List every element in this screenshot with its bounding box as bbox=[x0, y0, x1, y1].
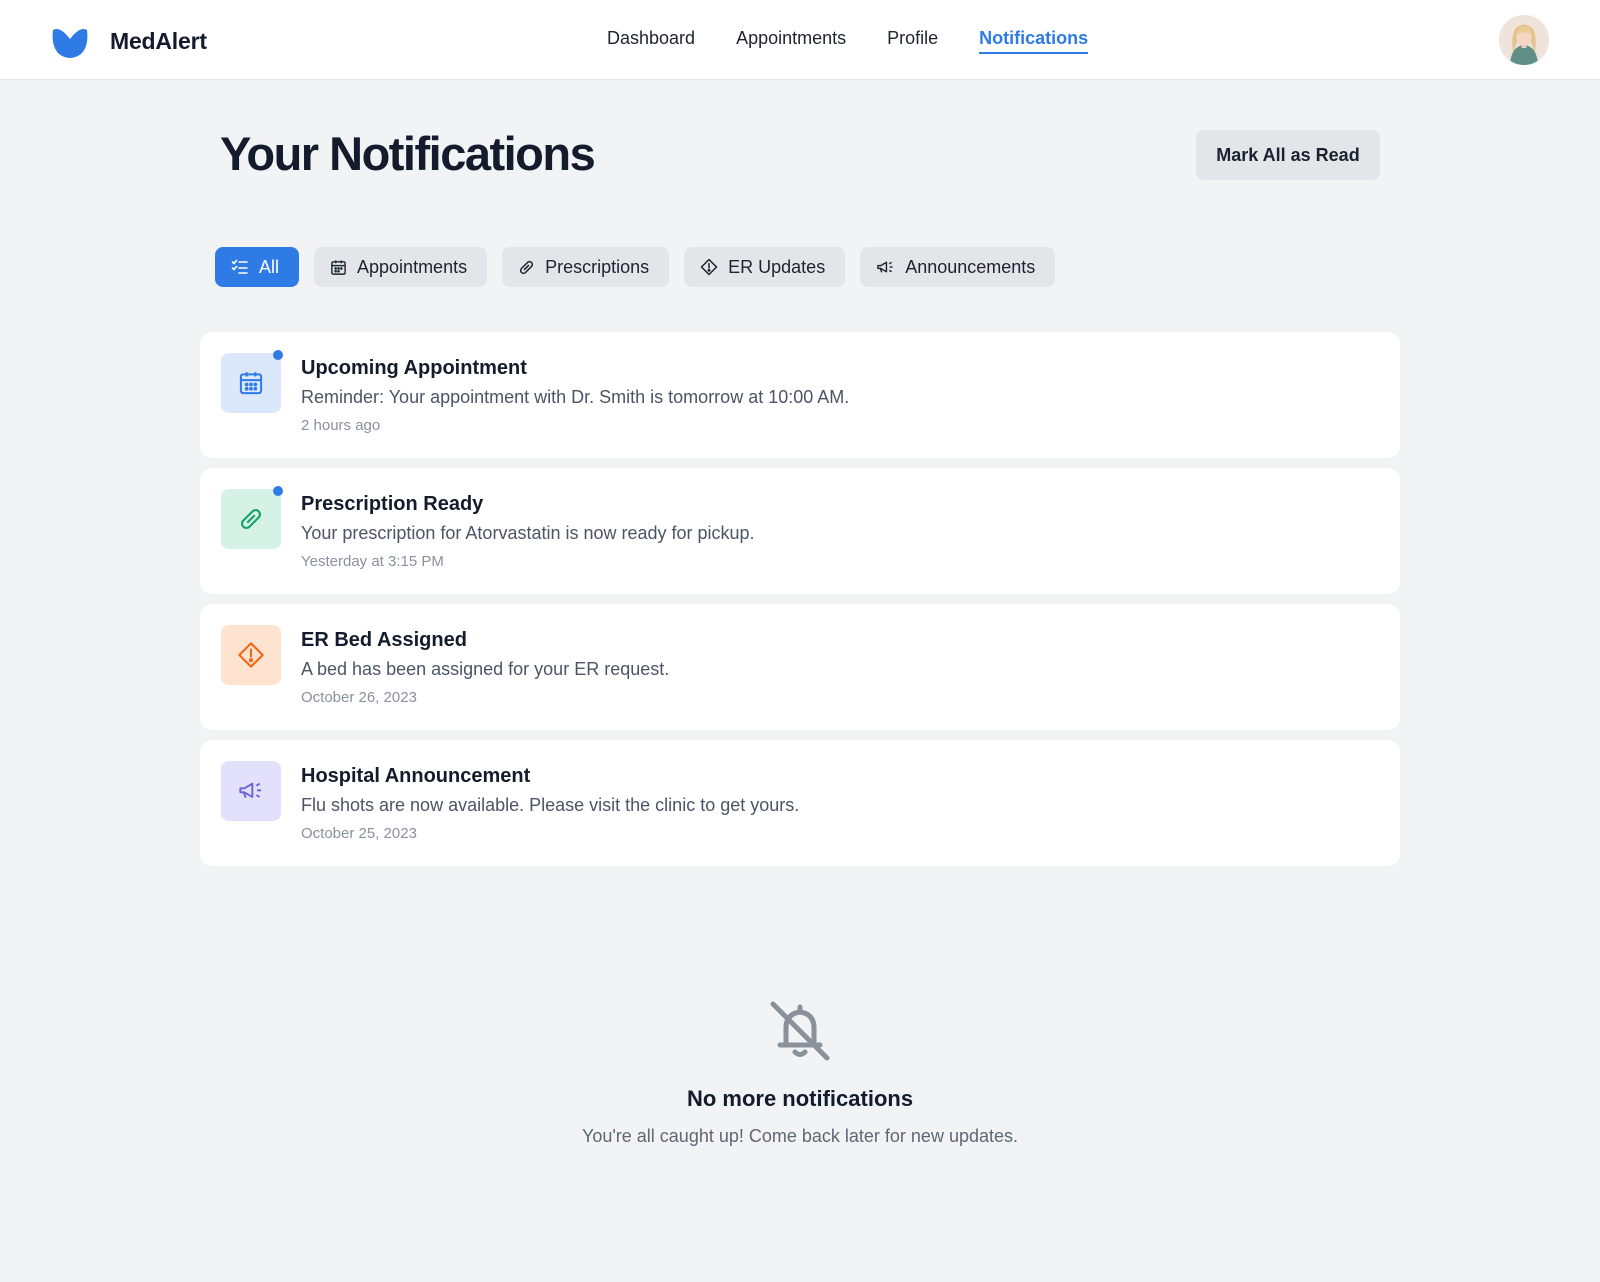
unread-indicator bbox=[273, 486, 283, 496]
medalert-logo-icon bbox=[52, 29, 88, 58]
notification-list: Upcoming Appointment Reminder: Your appo… bbox=[200, 332, 1400, 876]
brand-name: MedAlert bbox=[110, 27, 207, 54]
filter-chips: All Appointments Prescriptions ER Update… bbox=[215, 247, 1070, 287]
empty-state-title: No more notifications bbox=[686, 1086, 914, 1111]
nav-notifications[interactable]: Notifications bbox=[979, 28, 1089, 54]
alert-diamond-icon bbox=[238, 642, 264, 668]
notification-card[interactable]: Prescription Ready Your prescription for… bbox=[200, 468, 1400, 594]
megaphone-icon bbox=[877, 261, 893, 272]
notification-icon-tile bbox=[221, 353, 281, 413]
filter-appointments-label: Appointments bbox=[357, 256, 468, 277]
notification-time: October 25, 2023 bbox=[301, 825, 417, 842]
nav-appointments[interactable]: Appointments bbox=[736, 28, 846, 54]
filter-all[interactable]: All bbox=[215, 247, 300, 287]
notification-time: 2 hours ago bbox=[301, 417, 381, 434]
mark-all-read-button[interactable]: Mark All as Read bbox=[1196, 130, 1380, 180]
filter-appointments[interactable]: Appointments bbox=[314, 247, 488, 287]
notification-time: Yesterday at 3:15 PM bbox=[301, 553, 444, 570]
notification-body: Flu shots are now available. Please visi… bbox=[301, 795, 800, 815]
bell-off-icon bbox=[770, 1001, 830, 1061]
brand[interactable]: MedAlert bbox=[51, 22, 207, 60]
nav-profile[interactable]: Profile bbox=[887, 28, 938, 54]
calendar-icon bbox=[239, 372, 263, 395]
checklist-icon bbox=[231, 259, 248, 274]
notification-icon-tile bbox=[221, 489, 281, 549]
filter-er-updates[interactable]: ER Updates bbox=[684, 247, 846, 287]
alert-diamond-icon bbox=[700, 258, 718, 276]
notification-card[interactable]: Upcoming Appointment Reminder: Your appo… bbox=[200, 332, 1400, 458]
filter-announcements[interactable]: Announcements bbox=[860, 247, 1056, 287]
notification-body: A bed has been assigned for your ER requ… bbox=[301, 659, 670, 679]
filter-prescriptions-label: Prescriptions bbox=[545, 256, 650, 277]
megaphone-icon bbox=[239, 782, 261, 798]
unread-indicator bbox=[273, 350, 283, 360]
nav-dashboard[interactable]: Dashboard bbox=[607, 28, 695, 54]
notification-title: Hospital Announcement bbox=[301, 765, 531, 787]
top-nav-bar: MedAlert Dashboard Appointments Profile … bbox=[0, 0, 1600, 80]
filter-er-updates-label: ER Updates bbox=[728, 256, 826, 277]
pill-icon bbox=[240, 508, 262, 530]
notification-title: Upcoming Appointment bbox=[301, 357, 527, 379]
notification-icon-tile bbox=[221, 625, 281, 685]
notification-time: October 26, 2023 bbox=[301, 689, 417, 706]
notification-title: Prescription Ready bbox=[301, 493, 484, 515]
filter-all-label: All bbox=[259, 256, 280, 277]
empty-state-text: You're all caught up! Come back later fo… bbox=[581, 1126, 1019, 1146]
empty-state: No more notifications You're all caught … bbox=[0, 998, 1600, 1147]
calendar-icon bbox=[331, 259, 346, 275]
notification-body: Your prescription for Atorvastatin is no… bbox=[301, 523, 755, 543]
notification-icon-tile bbox=[221, 761, 281, 821]
pill-icon bbox=[519, 260, 534, 274]
main-nav: Dashboard Appointments Profile Notificat… bbox=[607, 28, 1129, 54]
user-avatar[interactable] bbox=[1499, 15, 1549, 65]
notification-body: Reminder: Your appointment with Dr. Smit… bbox=[301, 387, 850, 407]
notification-card[interactable]: Hospital Announcement Flu shots are now … bbox=[200, 740, 1400, 866]
page-title: Your Notifications bbox=[220, 127, 596, 180]
filter-announcements-label: Announcements bbox=[905, 256, 1036, 277]
notification-title: ER Bed Assigned bbox=[301, 629, 467, 651]
notification-card[interactable]: ER Bed Assigned A bed has been assigned … bbox=[200, 604, 1400, 730]
filter-prescriptions[interactable]: Prescriptions bbox=[502, 247, 670, 287]
avatar-image bbox=[1499, 15, 1549, 65]
